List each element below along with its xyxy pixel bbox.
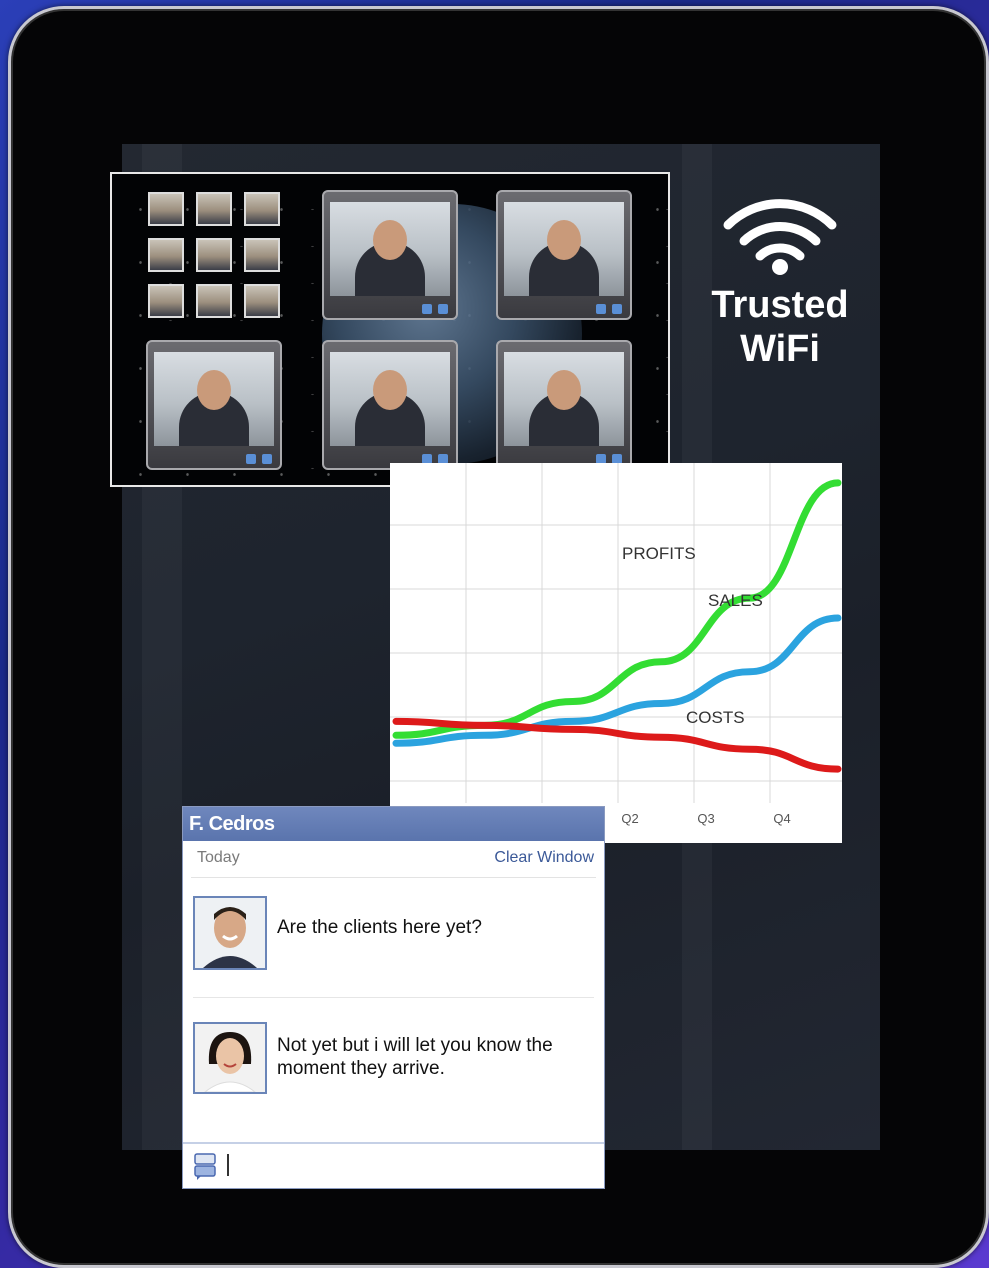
speaker-icon[interactable] xyxy=(596,304,606,314)
chat-title: F. Cedros xyxy=(183,807,604,841)
wifi-icon xyxy=(723,199,837,275)
chart-svg: PROFITS SALES COSTS Q2 Q3 Q4 xyxy=(390,463,842,826)
chat-window: F. Cedros Today Clear Window Are the cli… xyxy=(182,806,605,1189)
participant-head xyxy=(547,370,581,410)
video-tile[interactable] xyxy=(322,190,458,320)
chat-bubble-icon xyxy=(194,1153,216,1180)
line-chart: PROFITS SALES COSTS Q2 Q3 Q4 xyxy=(390,463,842,843)
wifi-label-line2: WiFi xyxy=(740,328,820,370)
series-line-profits xyxy=(392,479,842,739)
video-controls xyxy=(330,450,450,464)
participant-thumbnail[interactable] xyxy=(148,238,184,272)
participant-head xyxy=(373,220,407,260)
expand-icon[interactable] xyxy=(438,304,448,314)
participant-thumbnail[interactable] xyxy=(148,284,184,318)
series-label-costs: COSTS xyxy=(686,708,745,727)
message-divider xyxy=(193,997,594,998)
speaker-icon[interactable] xyxy=(246,454,256,464)
participant-thumbnail[interactable] xyxy=(196,284,232,318)
expand-icon[interactable] xyxy=(612,304,622,314)
speaker-icon[interactable] xyxy=(422,304,432,314)
series-label-profits: PROFITS xyxy=(622,544,696,563)
video-feed xyxy=(154,352,274,446)
participant-head xyxy=(373,370,407,410)
video-tile[interactable] xyxy=(322,340,458,470)
clear-window-link[interactable]: Clear Window xyxy=(494,849,594,867)
participant-thumbnail[interactable] xyxy=(244,284,280,318)
video-controls xyxy=(330,300,450,314)
participant-thumbnail[interactable] xyxy=(244,238,280,272)
male-avatar-icon xyxy=(195,898,265,968)
video-feed xyxy=(504,352,624,446)
avatar xyxy=(193,896,267,970)
video-controls xyxy=(504,300,624,314)
date-label: Today xyxy=(197,849,240,866)
participant-thumbnail[interactable] xyxy=(196,192,232,226)
participant-head xyxy=(197,370,231,410)
video-conference-panel xyxy=(110,172,670,487)
message-text: Are the clients here yet? xyxy=(277,917,482,938)
x-tick-label: Q2 xyxy=(621,811,638,826)
chat-subheader: Today Clear Window xyxy=(191,841,596,878)
video-feed xyxy=(504,202,624,296)
video-controls xyxy=(504,450,624,464)
avatar xyxy=(193,1022,267,1094)
video-feed xyxy=(330,202,450,296)
series-label-sales: SALES xyxy=(708,591,763,610)
message-text: Not yet but i will let you know the mome… xyxy=(277,1035,553,1079)
video-tile[interactable] xyxy=(496,340,632,470)
text-cursor xyxy=(227,1154,229,1176)
participant-thumbnail[interactable] xyxy=(244,192,280,226)
x-tick-label: Q4 xyxy=(773,811,790,826)
female-avatar-icon xyxy=(195,1024,265,1092)
video-tile[interactable] xyxy=(496,190,632,320)
video-tile[interactable] xyxy=(146,340,282,470)
wifi-label-line1: Trusted xyxy=(711,284,849,326)
video-controls xyxy=(154,450,274,464)
wifi-label: Trusted WiFi xyxy=(700,283,860,371)
expand-icon[interactable] xyxy=(262,454,272,464)
participant-thumbnail[interactable] xyxy=(196,238,232,272)
participant-thumbnail[interactable] xyxy=(148,192,184,226)
video-feed xyxy=(330,352,450,446)
participant-head xyxy=(547,220,581,260)
chat-input-area[interactable] xyxy=(183,1142,604,1188)
x-tick-label: Q3 xyxy=(697,811,714,826)
